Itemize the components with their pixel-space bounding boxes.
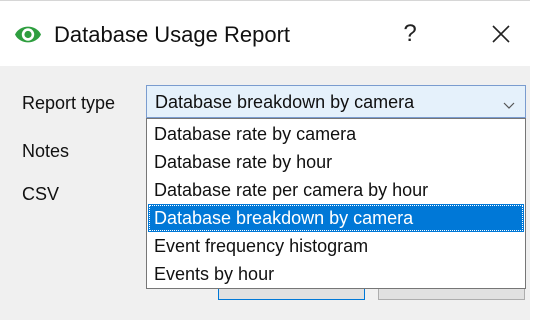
csv-label: CSV	[22, 184, 60, 204]
report-type-label: Report type	[22, 93, 116, 113]
dropdown-option[interactable]: Event frequency histogram	[148, 232, 524, 260]
help-button[interactable]: ?	[388, 14, 432, 54]
dropdown-option[interactable]: Database rate per camera by hour	[148, 176, 524, 204]
report-type-value: Database breakdown by camera	[155, 92, 415, 112]
eye-logo-icon	[14, 23, 42, 46]
dropdown-option[interactable]: Database rate by hour	[148, 148, 524, 176]
top-divider	[0, 0, 530, 1]
notes-label: Notes	[22, 141, 70, 161]
report-type-select[interactable]: Database breakdown by camera	[146, 85, 526, 118]
close-button[interactable]	[473, 14, 529, 54]
close-icon	[492, 25, 510, 43]
primary-button[interactable]	[218, 289, 365, 300]
chevron-down-icon	[503, 97, 515, 115]
dropdown-option[interactable]: Events by hour	[148, 260, 524, 288]
secondary-button[interactable]	[378, 289, 525, 300]
window-title: Database Usage Report	[54, 22, 291, 47]
report-type-dropdown-list: Database rate by camera Database rate by…	[146, 118, 526, 289]
title-bar: Database Usage Report ?	[0, 0, 542, 66]
window-edge	[530, 0, 542, 320]
dropdown-option-selected[interactable]: Database breakdown by camera	[148, 204, 524, 232]
dropdown-option[interactable]: Database rate by camera	[148, 120, 524, 148]
